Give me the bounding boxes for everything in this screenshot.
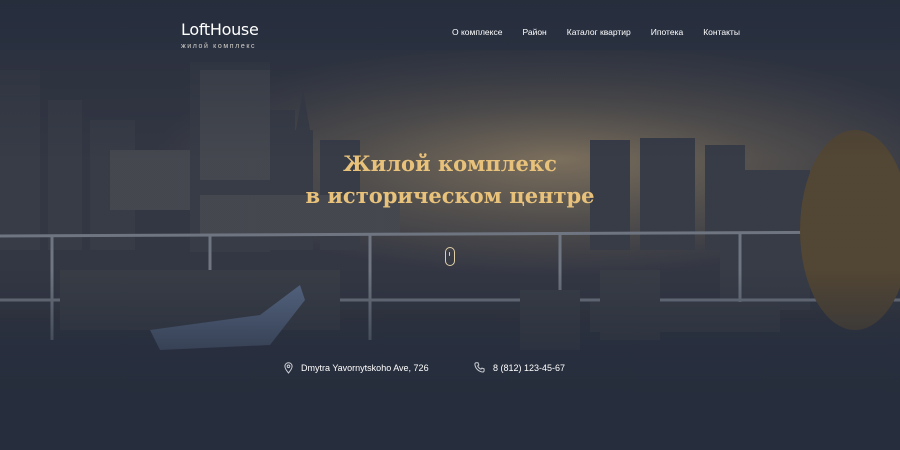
- nav-item-catalog[interactable]: Каталог квартир: [567, 27, 631, 37]
- page: LoftHouse жилой комплекс О комплексе Рай…: [0, 0, 900, 450]
- location-pin-icon: [284, 362, 293, 374]
- address-contact: Dmytra Yavornytskoho Ave, 726: [284, 362, 429, 374]
- nav-item-contacts[interactable]: Контакты: [703, 27, 740, 37]
- logo-name: LoftHouse: [181, 20, 259, 39]
- logo-tagline: жилой комплекс: [181, 43, 257, 50]
- hero-overlay: [0, 0, 900, 450]
- hero-title-line-2: в историческом центре: [305, 183, 595, 208]
- scroll-down-mouse-icon[interactable]: [445, 247, 455, 266]
- nav-item-mortgage[interactable]: Ипотека: [651, 27, 683, 37]
- nav-item-district[interactable]: Район: [522, 27, 546, 37]
- hero-title-line-1: Жилой комплекс: [343, 151, 557, 176]
- address-text: Dmytra Yavornytskoho Ave, 726: [301, 363, 429, 373]
- site-header: LoftHouse жилой комплекс О комплексе Рай…: [0, 0, 900, 60]
- main-nav: О комплексе Район Каталог квартир Ипотек…: [452, 27, 740, 37]
- phone-contact[interactable]: 8 (812) 123-45-67: [474, 362, 565, 373]
- hero-title: Жилой комплекс в историческом центре: [0, 148, 900, 212]
- logo[interactable]: LoftHouse жилой комплекс: [181, 20, 259, 50]
- phone-icon: [474, 362, 485, 373]
- phone-text: 8 (812) 123-45-67: [493, 362, 566, 373]
- nav-item-about[interactable]: О комплексе: [452, 27, 502, 37]
